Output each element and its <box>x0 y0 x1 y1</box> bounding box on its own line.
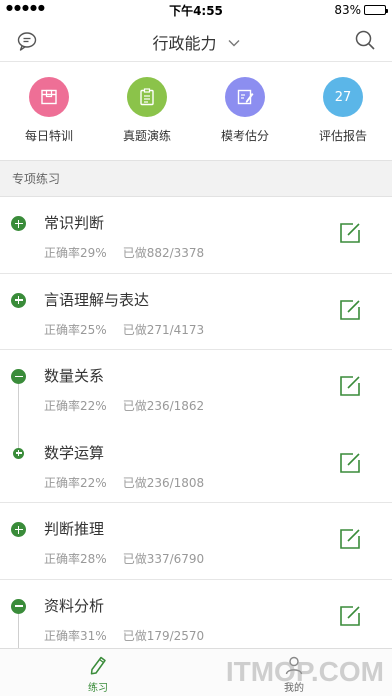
quick-action-past-papers[interactable]: 真题演练 <box>102 77 192 160</box>
section-header: 专项练习 <box>0 160 392 197</box>
progress-text: 已做271/4173 <box>122 322 205 337</box>
category-name: 判断推理 <box>44 520 105 538</box>
progress-text: 已做236/1862 <box>122 399 205 413</box>
edit-icon[interactable] <box>338 527 362 551</box>
accuracy-text: 正确率22% <box>44 475 107 490</box>
pencil-icon <box>90 656 106 675</box>
edit-icon[interactable] <box>338 604 362 628</box>
clipboard-icon <box>127 77 167 117</box>
category-name: 常识判断 <box>44 214 105 232</box>
tree-connector <box>18 384 19 427</box>
watermark: ITMOP.COM <box>225 656 384 687</box>
edit-icon[interactable] <box>338 451 362 475</box>
progress-text: 已做882/3378 <box>122 246 205 260</box>
quick-action-label: 每日特训 <box>24 129 73 143</box>
category-stats: 正确率22% 已做236/1862 <box>44 397 204 414</box>
status-bar: ●●●●● 下午4:55 83% <box>0 0 392 20</box>
quick-action-label: 真题演练 <box>122 129 171 143</box>
list-item-math[interactable]: 数学运算 正确率22% 已做236/1808 <box>0 426 392 503</box>
tab-practice[interactable]: 练习 <box>0 649 196 696</box>
collapse-icon[interactable] <box>11 598 26 614</box>
nav-bar: 行政能力 <box>0 20 392 62</box>
collapse-icon[interactable] <box>11 369 26 384</box>
accuracy-text: 正确率28% <box>44 552 107 566</box>
calendar-icon <box>29 77 69 117</box>
subject-selector[interactable]: 行政能力 <box>0 30 392 54</box>
list-item-reasoning[interactable]: 判断推理 正确率28% 已做337/6790 <box>0 503 392 580</box>
list-item-common-sense[interactable]: 常识判断 正确率29% 已做882/3378 <box>0 197 392 274</box>
search-icon[interactable] <box>354 29 376 51</box>
category-name: 数学运算 <box>44 443 105 462</box>
category-stats: 正确率22% 已做236/1808 <box>44 474 204 491</box>
category-stats: 正确率31% 已做179/2570 <box>44 627 204 644</box>
edit-icon[interactable] <box>338 374 362 398</box>
status-time: 下午4:55 <box>169 4 223 18</box>
progress-text: 已做337/6790 <box>122 552 205 566</box>
tab-label: 练习 <box>88 683 108 694</box>
expand-icon[interactable] <box>11 522 26 537</box>
category-stats: 正确率29% 已做882/3378 <box>44 244 204 261</box>
battery-percent: 83% <box>334 3 361 17</box>
accuracy-text: 正确率29% <box>44 246 107 260</box>
progress-text: 已做179/2570 <box>122 628 205 643</box>
list-item-quantitative[interactable]: 数量关系 正确率22% 已做236/1862 <box>0 350 392 427</box>
quick-action-label: 模考估分 <box>220 129 269 143</box>
practice-list: 常识判断 正确率29% 已做882/3378 言语理解与表达 正确率25% 已做27… <box>0 197 392 657</box>
quick-action-report[interactable]: 27 评估报告 <box>298 77 388 160</box>
battery-icon <box>364 5 388 15</box>
edit-icon[interactable] <box>338 221 362 245</box>
tree-connector <box>18 426 19 448</box>
category-name: 资料分析 <box>44 596 105 615</box>
list-item-verbal[interactable]: 言语理解与表达 正确率25% 已做271/4173 <box>0 274 392 350</box>
quick-actions: 每日特训 真题演练 模考估分 27 评估报告 <box>0 62 392 160</box>
category-name: 言语理解与表达 <box>44 290 150 309</box>
expand-icon[interactable] <box>11 216 26 231</box>
accuracy-text: 正确率22% <box>44 399 107 413</box>
report-badge: 27 <box>323 77 363 117</box>
category-name: 数量关系 <box>44 367 105 385</box>
expand-icon[interactable] <box>13 447 24 459</box>
quick-action-daily[interactable]: 每日特训 <box>4 77 94 160</box>
expand-icon[interactable] <box>11 292 26 308</box>
progress-text: 已做236/1808 <box>122 475 205 490</box>
category-stats: 正确率28% 已做337/6790 <box>44 550 204 567</box>
accuracy-text: 正确率25% <box>44 322 107 337</box>
page-title: 行政能力 <box>152 34 217 53</box>
quick-action-mock-exam[interactable]: 模考估分 <box>200 77 290 160</box>
category-stats: 正确率25% 已做271/4173 <box>44 321 204 338</box>
list-item-data-analysis[interactable]: 资料分析 正确率31% 已做179/2570 <box>0 580 392 657</box>
quick-action-label: 评估报告 <box>318 129 367 143</box>
edit-icon[interactable] <box>338 298 362 322</box>
accuracy-text: 正确率31% <box>44 628 107 643</box>
exam-edit-icon <box>225 77 265 117</box>
battery-indicator: 83% <box>334 3 388 17</box>
chevron-down-icon <box>228 40 240 47</box>
